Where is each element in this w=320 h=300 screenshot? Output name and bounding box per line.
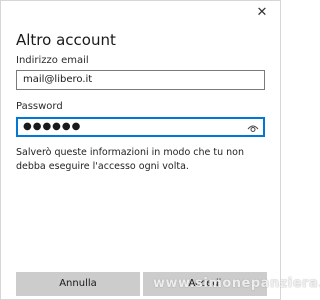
account-dialog: ✕ Altro account Indirizzo email mail@lib… <box>0 0 320 300</box>
close-icon[interactable]: ✕ <box>254 5 270 21</box>
password-label: Password <box>16 101 63 112</box>
email-label: Indirizzo email <box>16 55 89 66</box>
password-field[interactable]: ●●●●●● <box>16 117 265 137</box>
email-field[interactable]: mail@libero.it <box>16 70 265 90</box>
email-value: mail@libero.it <box>23 74 93 85</box>
info-text: Salverò queste informazioni in modo che … <box>16 147 245 172</box>
reveal-password-eye-icon[interactable] <box>247 122 259 134</box>
dialog-title: Altro account <box>16 31 116 49</box>
signin-button[interactable]: Accedi <box>143 272 267 296</box>
cancel-button[interactable]: Annulla <box>16 272 140 296</box>
password-value: ●●●●●● <box>23 121 82 132</box>
